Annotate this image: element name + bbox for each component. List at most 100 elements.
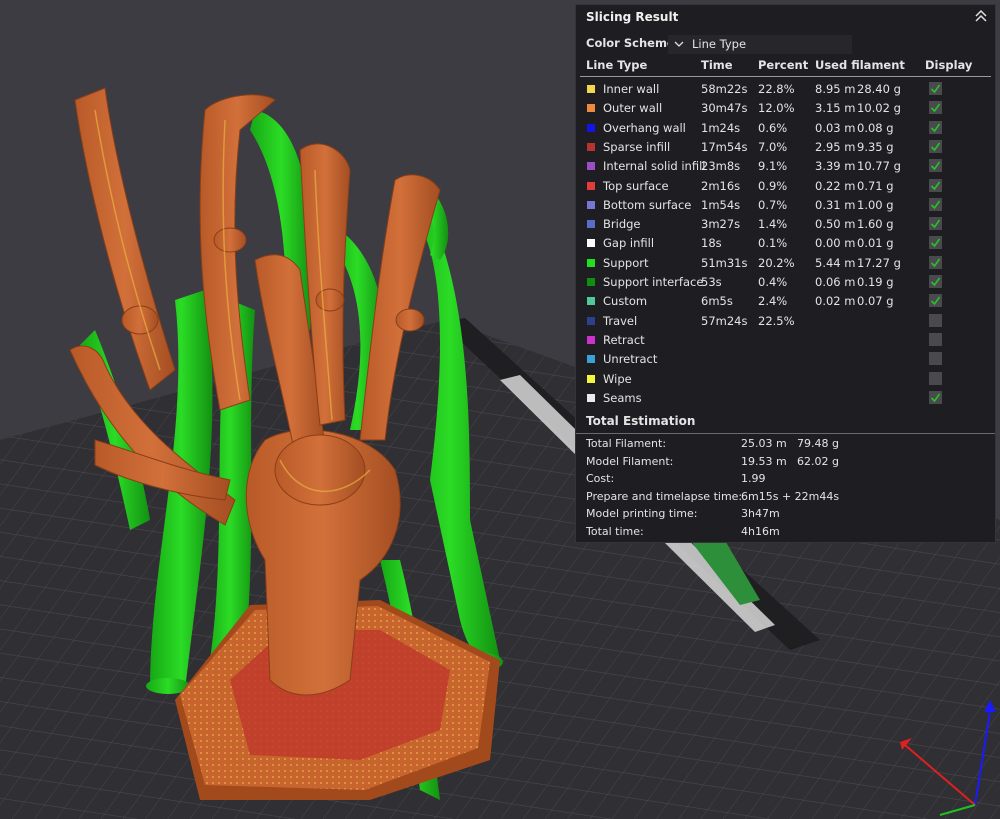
display-checkbox[interactable]: [929, 178, 942, 192]
total-v1: 1.99: [741, 472, 766, 486]
total-row: Model printing time: 3h47m: [576, 506, 995, 523]
color-swatch: [587, 355, 595, 364]
cell-time: 2m16s: [701, 178, 741, 193]
checkmark-icon: [930, 142, 941, 152]
cell-name: Support interface: [603, 275, 704, 289]
cell-len: 0.02 m: [815, 294, 856, 309]
color-swatch: [587, 393, 595, 402]
cell-time: 6m5s: [701, 294, 733, 309]
display-checkbox[interactable]: [929, 139, 942, 153]
total-label: Cost:: [586, 472, 615, 486]
display-checkbox[interactable]: [929, 82, 942, 95]
cell-name: Overhang wall: [603, 120, 686, 135]
checkmark-icon: [930, 84, 941, 94]
total-v1: 3h47m: [741, 507, 780, 521]
table-row: Retract: [576, 331, 995, 350]
total-v1: 19.53 m: [741, 454, 787, 468]
cell-weight: 0.71 g: [857, 178, 894, 193]
display-checkbox[interactable]: [929, 255, 942, 269]
cell-weight: 0.07 g: [857, 294, 894, 309]
color-swatch: [587, 374, 595, 383]
display-checkbox[interactable]: [929, 332, 942, 346]
checkmark-icon: [930, 200, 941, 210]
cell-time: 53s: [701, 275, 722, 289]
color-swatch: [587, 162, 595, 171]
slicing-result-panel: Slicing Result Color Scheme Line Type Li…: [575, 4, 996, 543]
color-scheme-select[interactable]: Line Type: [668, 35, 852, 54]
checkmark-icon: [930, 296, 941, 306]
cell-len: 0.50 m: [815, 217, 856, 232]
cell-time: 23m8s: [701, 159, 741, 174]
cell-len: 0.31 m: [815, 197, 856, 212]
display-checkbox[interactable]: [929, 313, 942, 327]
double-chevron-up-icon: [975, 9, 987, 22]
cell-name: Support: [603, 255, 649, 270]
display-checkbox[interactable]: [929, 390, 942, 404]
header-divider: [580, 76, 991, 77]
display-checkbox[interactable]: [929, 352, 942, 366]
total-row: Model Filament: 19.53 m 62.02 g: [576, 454, 995, 471]
color-scheme-value: Line Type: [692, 37, 747, 51]
cell-percent: 0.7%: [758, 197, 788, 212]
cell-weight: 0.08 g: [857, 120, 894, 135]
display-checkbox[interactable]: [929, 197, 942, 211]
checkmark-icon: [930, 277, 941, 287]
cell-name: Custom: [603, 294, 648, 309]
cell-name: Wipe: [603, 371, 632, 386]
color-swatch: [587, 85, 595, 93]
checkmark-icon: [930, 219, 941, 229]
table-row: Support interface 53s 0.4% 0.06 m 0.19 g: [576, 273, 995, 292]
table-row: Inner wall 58m22s 22.8% 8.95 m 28.40 g: [576, 80, 995, 99]
cell-name: Inner wall: [603, 82, 660, 96]
checkmark-icon: [930, 161, 941, 171]
checkmark-icon: [930, 123, 941, 132]
color-swatch: [587, 200, 595, 209]
column-header-display: Display: [925, 58, 973, 72]
total-row: Total time: 4h16m: [576, 524, 995, 541]
cell-percent: 1.4%: [758, 217, 788, 232]
color-swatch: [587, 297, 595, 306]
cell-name: Unretract: [603, 352, 658, 367]
color-swatch: [587, 220, 595, 229]
display-checkbox[interactable]: [929, 371, 942, 385]
cell-percent: 0.6%: [758, 120, 788, 135]
collapse-button[interactable]: [973, 7, 989, 25]
total-estimation-title: Total Estimation: [586, 414, 696, 428]
checkmark-icon: [930, 103, 941, 113]
cell-percent: 12.0%: [758, 101, 795, 116]
cell-percent: 0.4%: [758, 275, 788, 289]
cell-weight: 10.77 g: [857, 159, 901, 174]
total-label: Model Filament:: [586, 454, 674, 468]
table-row: Top surface 2m16s 0.9% 0.22 m 0.71 g: [576, 177, 995, 196]
display-checkbox[interactable]: [929, 159, 942, 173]
table-row: Seams: [576, 389, 995, 408]
cell-name: Gap infill: [603, 236, 655, 251]
display-checkbox[interactable]: [929, 120, 942, 134]
color-swatch: [587, 258, 595, 267]
display-checkbox[interactable]: [929, 217, 942, 231]
display-checkbox[interactable]: [929, 236, 942, 250]
table-row: Outer wall 30m47s 12.0% 3.15 m 10.02 g: [576, 99, 995, 118]
display-checkbox[interactable]: [929, 294, 942, 308]
cell-weight: 0.19 g: [857, 275, 894, 289]
cell-percent: 20.2%: [758, 255, 795, 270]
total-row: Prepare and timelapse time: 6m15s + 22m44…: [576, 489, 995, 506]
cell-weight: 17.27 g: [857, 255, 901, 270]
color-swatch: [587, 335, 595, 344]
total-label: Total time:: [586, 525, 644, 538]
table-row: Wipe: [576, 370, 995, 389]
cell-time: 57m24s: [701, 313, 748, 328]
cell-name: Sparse infill: [603, 139, 671, 154]
color-swatch: [587, 239, 595, 248]
cell-percent: 0.1%: [758, 236, 788, 251]
display-checkbox[interactable]: [929, 275, 942, 288]
total-label: Model printing time:: [586, 507, 698, 521]
cell-percent: 22.5%: [758, 313, 795, 328]
cell-time: 51m31s: [701, 255, 748, 270]
total-v1: 6m15s + 22m44s: [741, 489, 840, 503]
table-row: Overhang wall 1m24s 0.6% 0.03 m 0.08 g: [576, 119, 995, 138]
table-row: Custom 6m5s 2.4% 0.02 m 0.07 g: [576, 292, 995, 311]
cell-weight: 1.60 g: [857, 217, 894, 232]
checkmark-icon: [930, 393, 941, 403]
display-checkbox[interactable]: [929, 101, 942, 115]
